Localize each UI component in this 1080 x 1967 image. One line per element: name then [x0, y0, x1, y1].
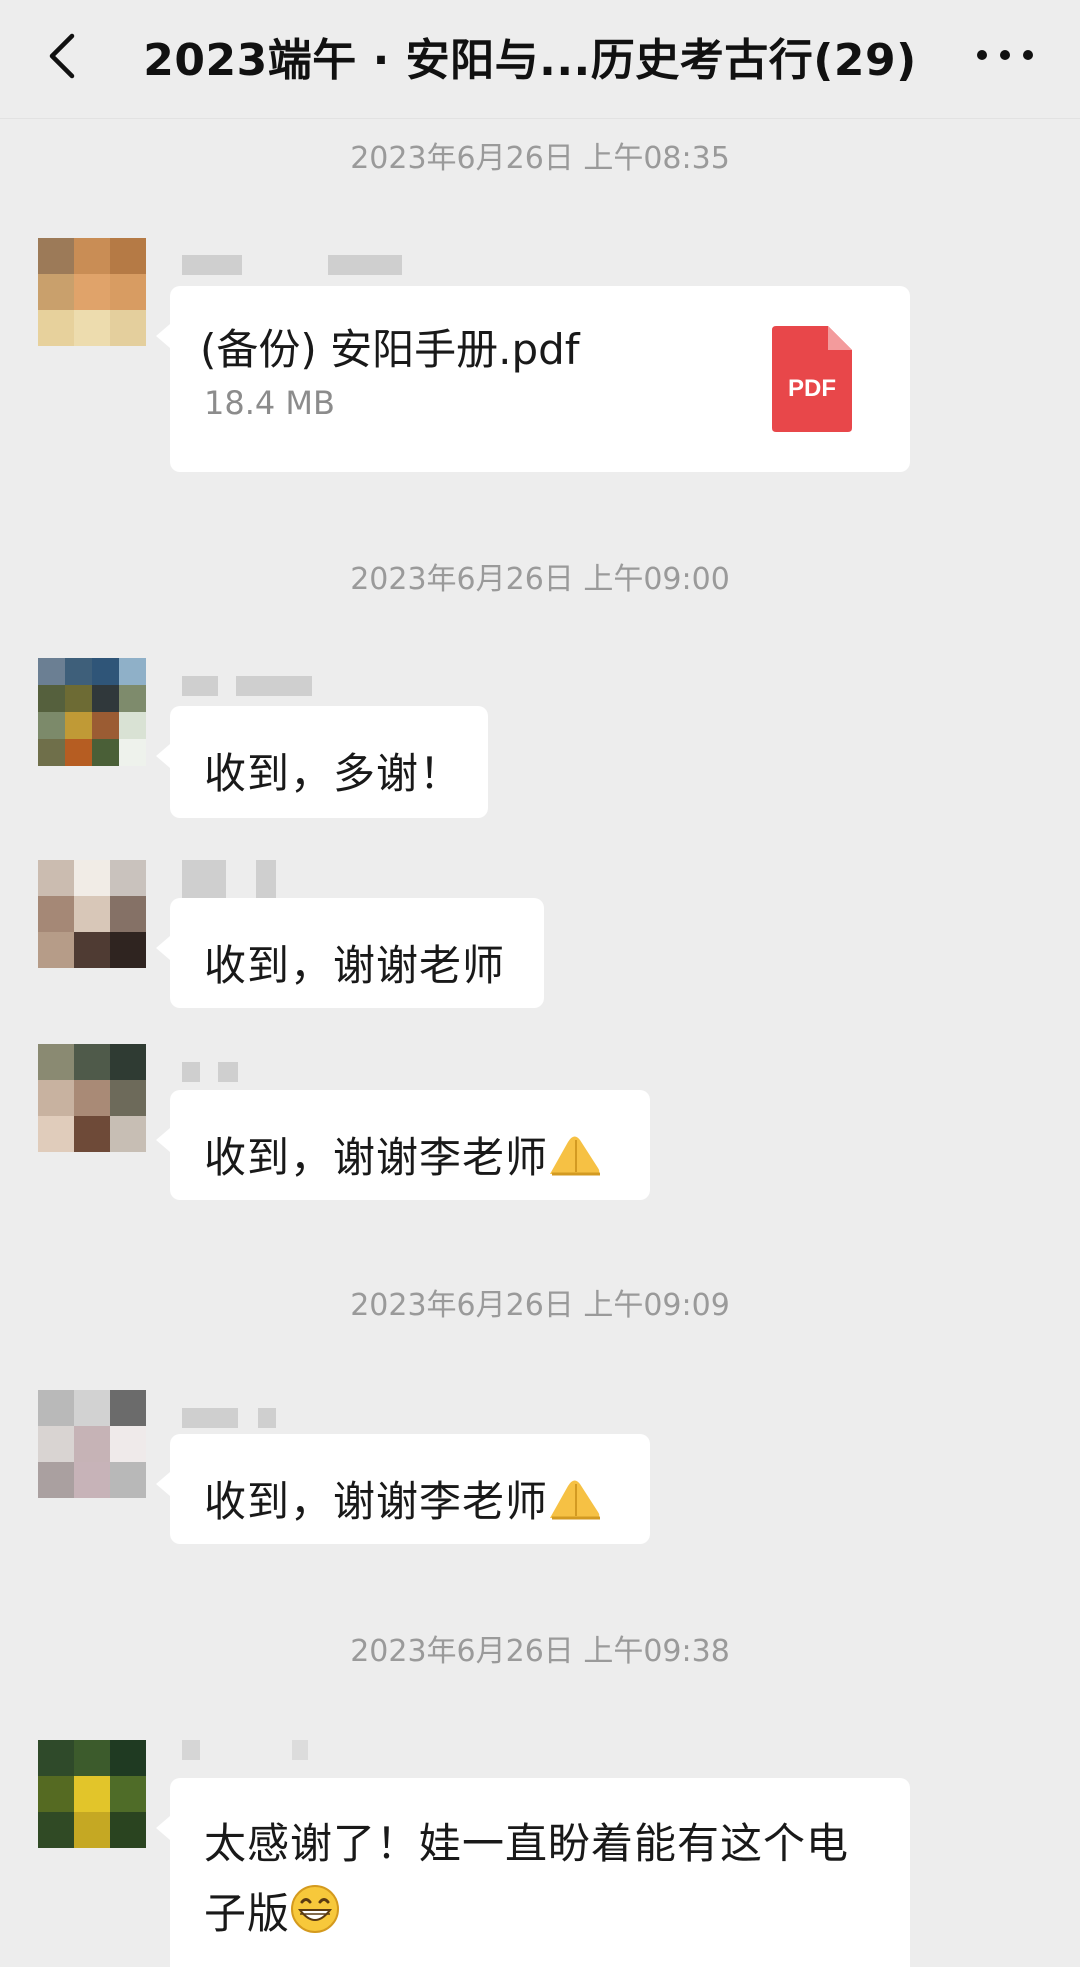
message-text-line-1: 太感谢了！娃一直盼着能有这个电 — [204, 1819, 850, 1868]
avatar[interactable] — [38, 1390, 146, 1498]
message-bubble[interactable]: 太感谢了！娃一直盼着能有这个电 子版 — [156, 1778, 910, 1967]
chat-title: 2023端午 · 安阳与...历史考古行(29) — [143, 35, 917, 86]
file-name: (备份) 安阳手册.pdf — [200, 325, 580, 374]
grinning-face-icon — [291, 1885, 340, 1933]
chat-header: 2023端午 · 安阳与...历史考古行(29) — [0, 0, 1080, 119]
message-text-line-2: 子版 — [204, 1880, 340, 1941]
file-message-bubble[interactable]: (备份) 安阳手册.pdf 18.4 MB PDF — [156, 286, 910, 472]
avatar[interactable] — [38, 860, 146, 968]
praying-hands-icon — [550, 1480, 601, 1520]
timestamp: 2023年6月26日 上午09:09 — [350, 1288, 730, 1323]
praying-hands-icon — [550, 1136, 601, 1176]
message-text: 收到，谢谢老师 — [204, 941, 506, 990]
timestamp: 2023年6月26日 上午08:35 — [350, 141, 730, 176]
avatar[interactable] — [38, 1044, 146, 1152]
message-bubble[interactable]: 收到，多谢！ — [156, 706, 488, 818]
pdf-file-icon: PDF — [772, 326, 852, 432]
chevron-left-icon[interactable] — [36, 26, 96, 86]
chat-page: 2023端午 · 安阳与...历史考古行(29) 2023年6月26日 上午08… — [0, 0, 1080, 1967]
timestamp: 2023年6月26日 上午09:38 — [350, 1634, 730, 1669]
message-text: 收到，多谢！ — [204, 749, 463, 798]
file-size: 18.4 MB — [204, 384, 335, 422]
timestamp: 2023年6月26日 上午09:00 — [350, 562, 730, 597]
avatar[interactable] — [38, 238, 146, 346]
more-dots-icon[interactable] — [970, 30, 1040, 80]
message-bubble[interactable]: 收到，谢谢李老师 — [156, 1434, 650, 1544]
avatar[interactable] — [38, 658, 146, 766]
message-text: 收到，谢谢李老师 — [204, 1468, 604, 1529]
avatar[interactable] — [38, 1740, 146, 1848]
message-bubble[interactable]: 收到，谢谢李老师 — [156, 1090, 650, 1200]
message-text: 收到，谢谢李老师 — [204, 1124, 604, 1185]
pdf-icon-label: PDF — [788, 375, 836, 402]
message-bubble[interactable]: 收到，谢谢老师 — [156, 898, 544, 1008]
